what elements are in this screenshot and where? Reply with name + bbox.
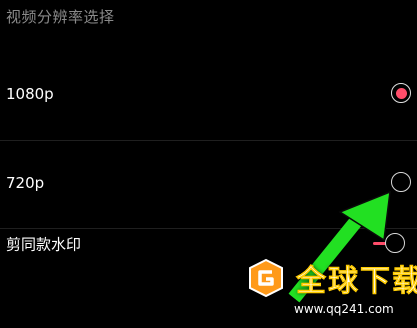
radio-button-selected[interactable] [391,83,411,103]
option-label: 1080p [6,85,54,103]
option-label: 720p [6,174,45,192]
radio-selected-dot [395,87,407,99]
toggle-knob[interactable] [385,233,405,253]
resolution-option-720p[interactable]: 720p [0,153,417,213]
divider [0,140,417,141]
site-logo-icon [249,258,283,298]
watermark-text: 全球下载 [296,264,417,300]
site-watermark: 全球下载 www.qq241.com [246,254,417,324]
watermark-url: www.qq241.com [294,302,394,316]
section-title: 视频分辨率选择 [6,8,115,26]
watermark-setting-label: 剪同款水印 [6,235,82,254]
resolution-option-1080p[interactable]: 1080p [0,64,417,124]
radio-button[interactable] [391,172,411,192]
